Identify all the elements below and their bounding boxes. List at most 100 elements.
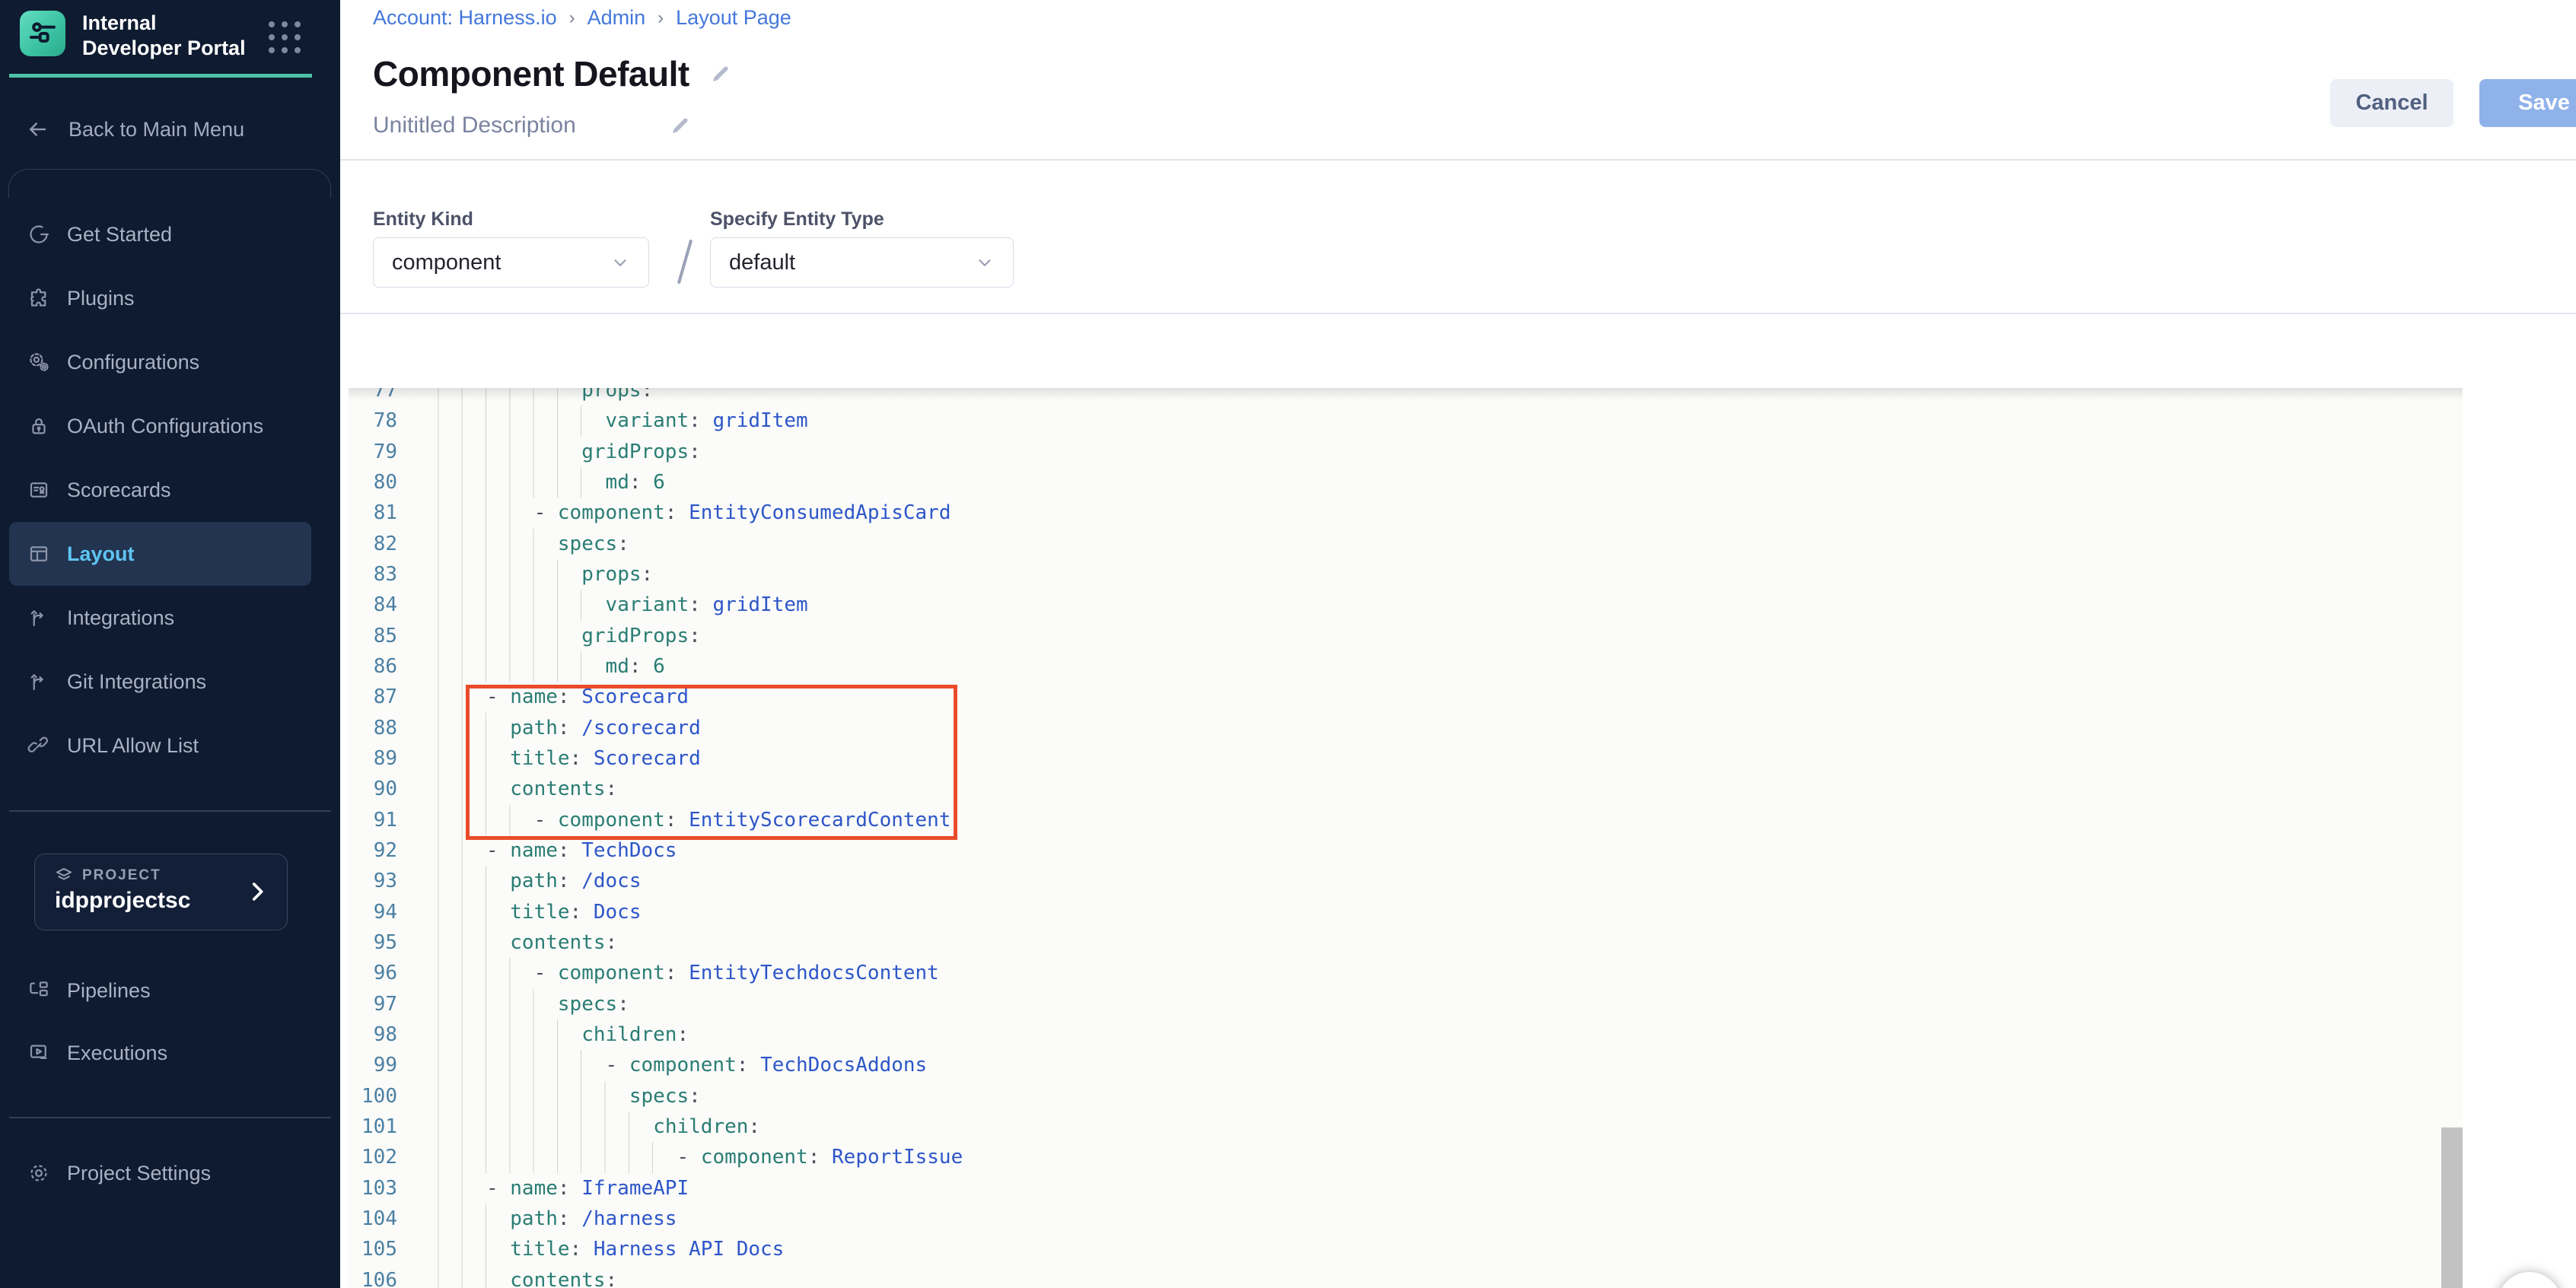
edit-title-pencil-icon[interactable] bbox=[709, 62, 732, 85]
sidebar-item-get-started[interactable]: Get Started bbox=[9, 202, 311, 266]
sidebar-item-pipelines[interactable]: Pipelines bbox=[9, 959, 331, 1022]
entity-type-value: default bbox=[729, 250, 975, 275]
code-line: 84variant: gridItem bbox=[349, 590, 963, 620]
apps-grid-icon[interactable] bbox=[269, 21, 302, 55]
back-label: Back to Main Menu bbox=[68, 118, 244, 142]
line-number: 84 bbox=[349, 590, 397, 620]
line-number: 81 bbox=[349, 498, 397, 528]
line-number: 91 bbox=[349, 805, 397, 835]
code-line: 82specs: bbox=[349, 529, 963, 559]
code-line: 97specs: bbox=[349, 989, 963, 1019]
line-number: 99 bbox=[349, 1050, 397, 1080]
sidebar-item-label: Executions bbox=[67, 1042, 167, 1065]
code-line: 94title: Docs bbox=[349, 897, 963, 927]
line-number: 105 bbox=[349, 1234, 397, 1264]
sidebar-item-integrations[interactable]: Integrations bbox=[9, 586, 311, 650]
sidebar-divider bbox=[9, 810, 331, 812]
breadcrumb-separator: › bbox=[569, 8, 575, 29]
help-fab-button[interactable] bbox=[2498, 1272, 2562, 1288]
line-number: 90 bbox=[349, 774, 397, 804]
code-line: 104path: /harness bbox=[349, 1204, 963, 1234]
entity-type-select[interactable]: default bbox=[710, 237, 1014, 288]
header-divider bbox=[340, 159, 2576, 161]
code-line: 105title: Harness API Docs bbox=[349, 1234, 963, 1264]
cancel-button[interactable]: Cancel bbox=[2330, 79, 2453, 127]
line-number: 92 bbox=[349, 835, 397, 866]
yaml-editor[interactable]: 77props:78variant: gridItem79gridProps:8… bbox=[349, 388, 2463, 1288]
editor-scrollbar-thumb[interactable] bbox=[2441, 1127, 2463, 1288]
sidebar-item-git-integrations[interactable]: Git Integrations bbox=[9, 650, 311, 714]
code-line: 77props: bbox=[349, 388, 963, 405]
plugins-icon bbox=[27, 287, 50, 310]
breadcrumb-separator: › bbox=[658, 8, 664, 29]
edit-description-pencil-icon[interactable] bbox=[669, 114, 692, 137]
brand: Internal Developer Portal bbox=[20, 11, 257, 61]
breadcrumb-link[interactable]: Admin bbox=[587, 6, 646, 30]
code-line: 81- component: EntityConsumedApisCard bbox=[349, 498, 963, 528]
project-label: PROJECT bbox=[82, 867, 161, 884]
sidebar-nav: Get Started Plugins Configurations OAuth Co… bbox=[9, 169, 331, 778]
code-line: 86md: 6 bbox=[349, 651, 963, 682]
line-number: 95 bbox=[349, 927, 397, 958]
code-line: 89title: Scorecard bbox=[349, 743, 963, 774]
sidebar-item-label: Get Started bbox=[67, 223, 172, 246]
code-lines: 77props:78variant: gridItem79gridProps:8… bbox=[349, 388, 963, 1288]
sidebar: Internal Developer Portal Back to Main M… bbox=[0, 0, 340, 1288]
code-line: 91- component: EntityScorecardContent bbox=[349, 805, 963, 835]
code-line: 99- component: TechDocsAddons bbox=[349, 1050, 963, 1080]
line-number: 97 bbox=[349, 989, 397, 1019]
pipelines-icon bbox=[27, 979, 50, 1002]
breadcrumb-link[interactable]: Account: Harness.io bbox=[373, 6, 557, 30]
sidebar-item-project-settings[interactable]: Project Settings bbox=[9, 1141, 331, 1205]
line-number: 103 bbox=[349, 1173, 397, 1204]
chevron-down-icon bbox=[610, 253, 630, 272]
oauth-icon bbox=[27, 415, 50, 437]
line-number: 96 bbox=[349, 958, 397, 988]
sidebar-item-label: Project Settings bbox=[67, 1162, 211, 1185]
line-number: 87 bbox=[349, 682, 397, 712]
page-title: Component Default bbox=[373, 53, 689, 94]
arrow-left-icon bbox=[26, 118, 49, 141]
line-number: 101 bbox=[349, 1111, 397, 1142]
entity-type-label: Specify Entity Type bbox=[710, 208, 884, 231]
page-description: Unititled Description bbox=[373, 113, 576, 138]
accent-divider bbox=[9, 74, 312, 78]
brand-title: Internal Developer Portal bbox=[82, 11, 257, 61]
code-line: 92- name: TechDocs bbox=[349, 835, 963, 866]
line-number: 88 bbox=[349, 713, 397, 743]
save-button[interactable]: Save bbox=[2479, 79, 2576, 127]
sidebar-item-label: URL Allow List bbox=[67, 734, 199, 758]
line-number: 80 bbox=[349, 467, 397, 498]
git-integrations-icon bbox=[27, 670, 50, 693]
executions-icon bbox=[27, 1042, 50, 1064]
project-name: idpprojectsc bbox=[55, 888, 190, 914]
sidebar-item-label: Pipelines bbox=[67, 979, 151, 1003]
slash-divider bbox=[677, 240, 693, 285]
sidebar-item-scorecards[interactable]: Scorecards bbox=[9, 458, 311, 522]
get-started-icon bbox=[27, 223, 50, 246]
code-line: 100specs: bbox=[349, 1081, 963, 1111]
line-number: 94 bbox=[349, 897, 397, 927]
code-line: 85gridProps: bbox=[349, 621, 963, 651]
line-number: 98 bbox=[349, 1019, 397, 1050]
idp-logo-icon bbox=[20, 11, 65, 56]
sidebar-item-plugins[interactable]: Plugins bbox=[9, 266, 311, 330]
filter-divider bbox=[340, 313, 2576, 314]
project-selector[interactable]: PROJECT idpprojectsc bbox=[34, 854, 288, 930]
entity-kind-select[interactable]: component bbox=[373, 237, 649, 288]
sidebar-item-executions[interactable]: Executions bbox=[9, 1021, 331, 1085]
breadcrumb-link[interactable]: Layout Page bbox=[676, 6, 791, 30]
sidebar-item-configurations[interactable]: Configurations bbox=[9, 330, 311, 394]
sidebar-item-url-allow-list[interactable]: URL Allow List bbox=[9, 714, 311, 778]
line-number: 104 bbox=[349, 1204, 397, 1234]
sidebar-item-label: Configurations bbox=[67, 351, 199, 374]
line-number: 79 bbox=[349, 437, 397, 467]
sidebar-item-layout[interactable]: Layout bbox=[9, 522, 311, 586]
sidebar-item-oauth-configurations[interactable]: OAuth Configurations bbox=[9, 394, 311, 458]
chevron-right-icon bbox=[244, 879, 270, 905]
back-to-main-menu-button[interactable]: Back to Main Menu bbox=[26, 111, 244, 148]
line-number: 102 bbox=[349, 1142, 397, 1172]
entity-kind-label: Entity Kind bbox=[373, 208, 473, 231]
sidebar-item-label: Git Integrations bbox=[67, 670, 206, 694]
code-line: 103- name: IframeAPI bbox=[349, 1173, 963, 1204]
